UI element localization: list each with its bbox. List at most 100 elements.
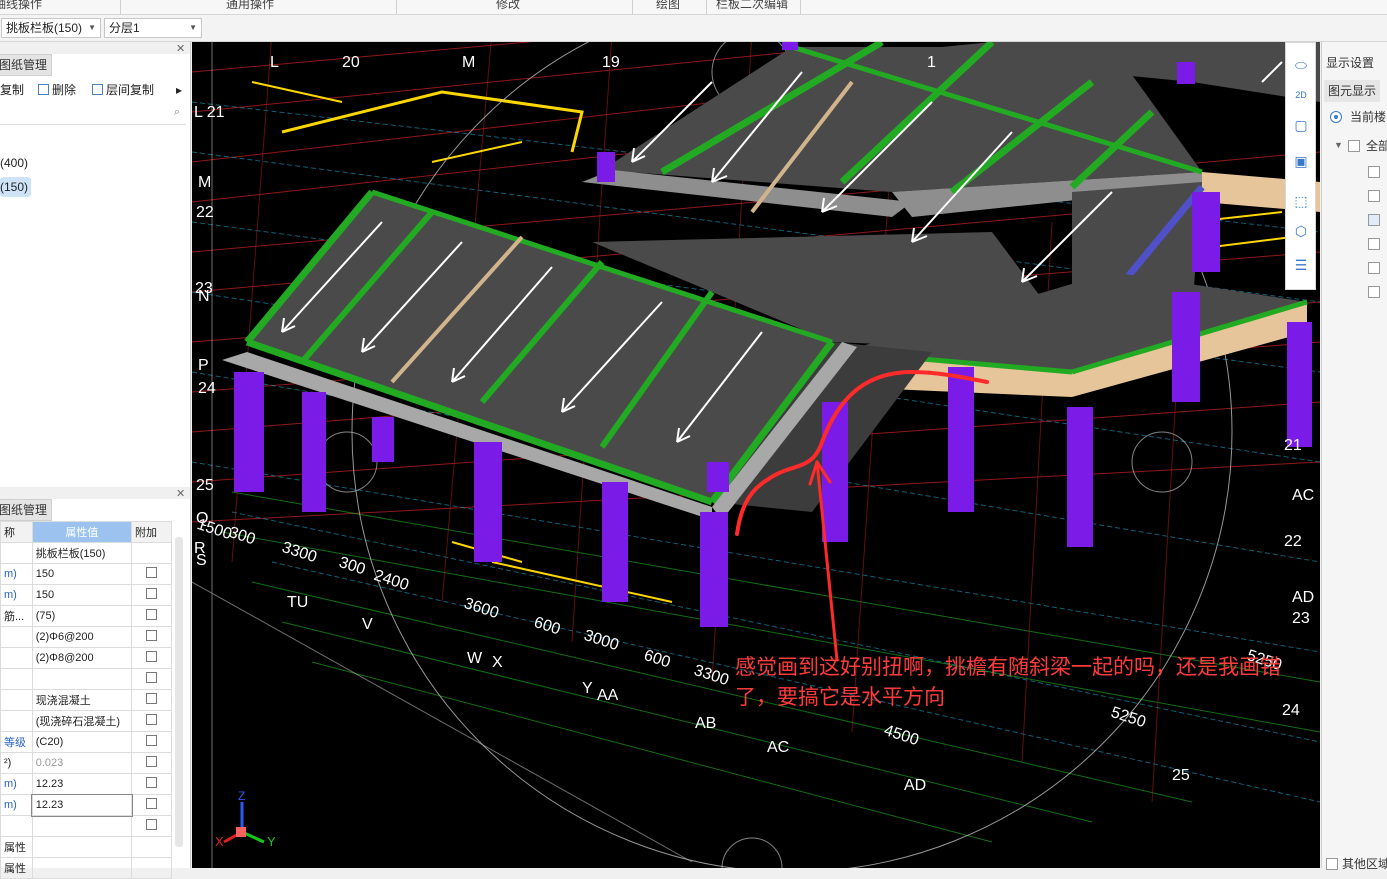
prop-value[interactable]: 150 xyxy=(31,584,133,606)
search-input[interactable]: ⌕ xyxy=(0,104,186,125)
settings-list-icon[interactable]: ☰ xyxy=(1291,255,1311,275)
prop-value[interactable]: 挑板栏板(150) xyxy=(31,542,133,564)
table-row[interactable]: (2)Φ8@200 xyxy=(0,647,172,669)
3d-orbit-icon[interactable]: ⬭ xyxy=(1291,55,1311,75)
2d-icon[interactable]: 2D xyxy=(1291,85,1311,105)
table-row[interactable]: 筋... (75) xyxy=(0,605,172,627)
search-icon: ⌕ xyxy=(173,106,180,118)
extra-checkbox[interactable] xyxy=(146,672,157,683)
other-area-checkbox[interactable] xyxy=(1326,858,1338,870)
more-button[interactable]: ▸ xyxy=(176,79,182,101)
layer-checkbox-checked[interactable] xyxy=(1368,214,1380,226)
table-row[interactable]: m) 12.23 xyxy=(0,793,172,817)
all-checkbox[interactable] xyxy=(1348,140,1360,152)
model-canvas[interactable] xyxy=(192,42,1320,868)
prop-extra xyxy=(131,752,172,774)
prop-extra xyxy=(131,542,172,564)
frame-icon[interactable]: ⬚ xyxy=(1291,191,1311,211)
layer-checkbox[interactable] xyxy=(1368,166,1380,178)
extra-checkbox[interactable] xyxy=(146,693,157,704)
extra-checkbox[interactable] xyxy=(146,735,157,746)
selector-bar: 挑板栏板(150) ▼ 分层1 ▼ xyxy=(0,15,1387,42)
ribbon-tab-railing-edit[interactable]: 栏板二次编辑 xyxy=(716,0,788,12)
scrollbar[interactable] xyxy=(175,537,183,847)
prop-value[interactable] xyxy=(31,668,133,690)
prop-name: m) xyxy=(0,563,33,585)
ribbon-separator xyxy=(800,0,801,14)
prop-extra xyxy=(131,626,172,648)
extra-checkbox[interactable] xyxy=(146,714,157,725)
extra-checkbox[interactable] xyxy=(146,798,157,809)
prop-extra xyxy=(131,815,172,837)
3d-viewport[interactable]: L 20 M 19 1 L 21 M 22 23 N P 24 25 Q R S TU V W X Y AA AB AC AD A… xyxy=(192,42,1320,868)
box-select-icon[interactable]: ⬡ xyxy=(1291,221,1311,241)
prop-value[interactable]: (C20) xyxy=(31,731,133,753)
cube-icon[interactable]: ▢ xyxy=(1291,115,1311,135)
extra-checkbox[interactable] xyxy=(146,588,157,599)
ribbon-tab-general[interactable]: 通用操作 xyxy=(226,0,274,12)
current-floor-radio[interactable] xyxy=(1330,111,1342,123)
tab-drawing-management[interactable]: 图纸管理 xyxy=(0,54,53,76)
layer-checkbox[interactable] xyxy=(1368,238,1380,250)
grid-axis-label: AB xyxy=(695,715,717,732)
table-row[interactable]: m) 12.23 xyxy=(0,773,172,795)
component-select[interactable]: 挑板栏板(150) ▼ xyxy=(1,18,101,38)
tab-display-settings[interactable]: 显示设置 xyxy=(1326,52,1374,74)
table-row[interactable]: m) 150 xyxy=(0,584,172,606)
table-row[interactable]: (2)Φ6@200 xyxy=(0,626,172,648)
table-row[interactable] xyxy=(0,815,172,837)
layer-checkbox[interactable] xyxy=(1368,286,1380,298)
prop-value[interactable]: (现浇碎石混凝土) xyxy=(31,710,133,732)
prop-value[interactable]: 12.23 xyxy=(31,773,133,795)
prop-value[interactable] xyxy=(31,857,133,879)
prop-value[interactable] xyxy=(31,815,133,837)
extra-checkbox[interactable] xyxy=(146,609,157,620)
prop-value[interactable]: 150 xyxy=(31,563,133,585)
ribbon-separator xyxy=(706,0,707,14)
extra-checkbox[interactable] xyxy=(146,777,157,788)
extra-checkbox[interactable] xyxy=(146,651,157,662)
layer-checkbox[interactable] xyxy=(1368,262,1380,274)
close-icon[interactable]: ✕ xyxy=(176,42,185,55)
layer-checkbox[interactable] xyxy=(1368,190,1380,202)
table-row[interactable]: ²) 0.023 xyxy=(0,752,172,774)
component-select-value: 挑板栏板(150) xyxy=(6,21,83,35)
prop-name: 属性 xyxy=(0,836,33,858)
tree-item-150[interactable]: (150) xyxy=(0,177,32,197)
prop-value[interactable]: 12.23 xyxy=(31,793,133,817)
layer-select[interactable]: 分层1 ▼ xyxy=(104,18,202,38)
cube-solid-icon[interactable]: ▣ xyxy=(1291,151,1311,171)
extra-checkbox[interactable] xyxy=(146,567,157,578)
extra-checkbox[interactable] xyxy=(146,819,157,830)
ribbon-tab-modify[interactable]: 修改 xyxy=(496,0,520,12)
chevron-down-icon[interactable]: ▼ xyxy=(1334,140,1343,150)
table-row[interactable]: 现浇混凝土 xyxy=(0,689,172,711)
grid-axis-label: AC xyxy=(1292,487,1315,504)
close-icon[interactable]: ✕ xyxy=(176,487,185,500)
prop-value[interactable]: 0.023 xyxy=(31,752,133,774)
table-row[interactable]: 等级 (C20) xyxy=(0,731,172,753)
extra-checkbox[interactable] xyxy=(146,630,157,641)
table-row[interactable]: 挑板栏板(150) xyxy=(0,542,172,564)
table-row[interactable]: 属性 xyxy=(0,836,172,858)
copy-button[interactable]: 复制 xyxy=(0,79,24,101)
table-row[interactable]: 属性 xyxy=(0,857,172,879)
prop-value[interactable]: (2)Φ6@200 xyxy=(31,626,133,648)
table-row[interactable] xyxy=(0,668,172,690)
prop-value[interactable]: (75) xyxy=(31,605,133,627)
table-row[interactable]: (现浇碎石混凝土) xyxy=(0,710,172,732)
tab-properties[interactable]: 图纸管理 xyxy=(0,499,53,521)
extra-checkbox[interactable] xyxy=(146,756,157,767)
tree-item-400[interactable]: (400) xyxy=(0,153,31,173)
delete-button[interactable]: 删除 xyxy=(38,79,76,101)
prop-value[interactable]: 现浇混凝土 xyxy=(31,689,133,711)
grid-axis-label: 19 xyxy=(602,54,620,71)
table-row[interactable]: m) 150 xyxy=(0,563,172,585)
ribbon-tab-axis[interactable]: 轴线操作 xyxy=(0,0,42,12)
tab-element-display[interactable]: 图元显示 xyxy=(1324,80,1381,102)
prop-value[interactable] xyxy=(31,836,133,858)
ribbon-tab-draw[interactable]: 绘图 xyxy=(656,0,680,12)
prop-value[interactable]: (2)Φ8@200 xyxy=(31,647,133,669)
floor-copy-button[interactable]: 层间复制 xyxy=(92,79,154,101)
prop-name xyxy=(0,647,33,669)
